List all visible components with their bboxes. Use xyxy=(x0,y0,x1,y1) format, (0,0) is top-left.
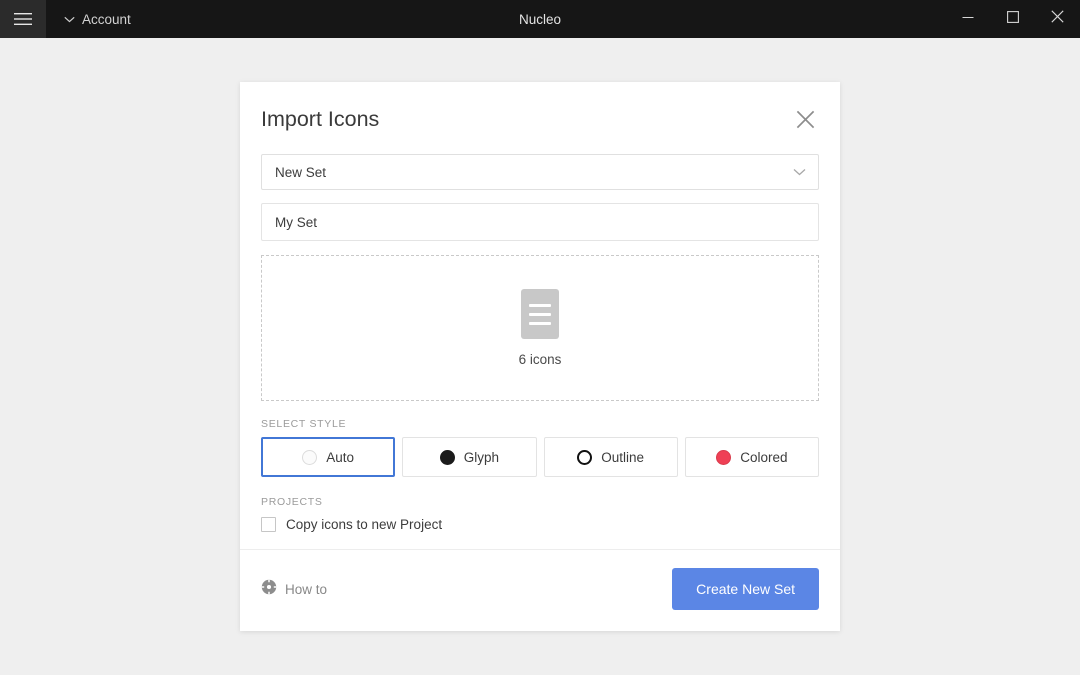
set-type-select[interactable]: New Set xyxy=(261,154,819,190)
style-option-outline[interactable]: Outline xyxy=(543,437,678,477)
style-option-label: Outline xyxy=(601,449,645,465)
file-line xyxy=(529,303,551,307)
set-name-input[interactable] xyxy=(275,214,805,230)
maximize-button[interactable] xyxy=(990,0,1035,38)
chevron-down-icon xyxy=(793,163,806,181)
dialog-body: Import Icons New Set My Set 6 icons SELE… xyxy=(240,82,840,549)
file-lines-icon xyxy=(521,289,559,339)
window-controls xyxy=(945,0,1080,38)
style-options-group: Auto Glyph Outline Colored xyxy=(261,437,819,477)
how-to-label: How to xyxy=(285,581,328,597)
dialog-close-button[interactable] xyxy=(792,109,818,135)
circle-colored-icon xyxy=(716,449,732,465)
style-option-auto[interactable]: Auto xyxy=(261,437,396,477)
import-icons-dialog: Import Icons New Set My Set 6 icons SELE… xyxy=(240,82,840,631)
create-new-set-button[interactable]: Create New Set xyxy=(672,568,819,610)
dropzone-icon-count: 6 icons xyxy=(518,352,562,367)
select-style-label: SELECT STYLE xyxy=(261,418,347,430)
dialog-footer: How to Create New Set xyxy=(240,549,840,631)
set-name-field[interactable] xyxy=(261,203,819,241)
dialog-header: Import Icons xyxy=(261,107,819,135)
lifebuoy-icon xyxy=(261,579,277,600)
chevron-down-icon xyxy=(64,10,75,28)
close-icon xyxy=(1051,10,1064,28)
window-title: Nucleo xyxy=(518,11,562,27)
main-menu-button[interactable] xyxy=(0,0,46,38)
icon-dropzone[interactable]: 6 icons xyxy=(261,255,819,401)
minimize-icon xyxy=(962,10,974,28)
how-to-link[interactable]: How to xyxy=(261,579,327,600)
set-type-select-value: New Set xyxy=(275,164,327,180)
projects-label: PROJECTS xyxy=(261,496,323,508)
style-option-label: Auto xyxy=(326,449,355,465)
close-icon xyxy=(796,110,815,134)
maximize-icon xyxy=(1006,10,1019,28)
hamburger-icon xyxy=(14,12,32,26)
file-line xyxy=(529,321,551,325)
copy-to-project-checkbox[interactable] xyxy=(261,517,276,532)
style-option-colored[interactable]: Colored xyxy=(684,437,819,477)
circle-outline-icon xyxy=(577,449,593,465)
circle-empty-icon xyxy=(302,449,318,465)
file-line xyxy=(529,312,551,316)
minimize-button[interactable] xyxy=(945,0,990,38)
dialog-title: Import Icons xyxy=(261,107,380,131)
window-titlebar: Account Nucleo xyxy=(0,0,1080,38)
copy-to-project-label: Copy icons to new Project xyxy=(286,517,443,532)
style-option-label: Colored xyxy=(740,449,788,465)
style-option-glyph[interactable]: Glyph xyxy=(402,437,537,477)
circle-filled-icon xyxy=(439,449,455,465)
close-button[interactable] xyxy=(1035,0,1080,38)
copy-to-project-row[interactable]: Copy icons to new Project xyxy=(261,515,819,535)
style-option-label: Glyph xyxy=(463,449,500,465)
account-menu-button[interactable]: Account xyxy=(46,0,145,38)
app-canvas: Import Icons New Set My Set 6 icons SELE… xyxy=(0,38,1080,675)
account-menu-label: Account xyxy=(82,11,131,27)
